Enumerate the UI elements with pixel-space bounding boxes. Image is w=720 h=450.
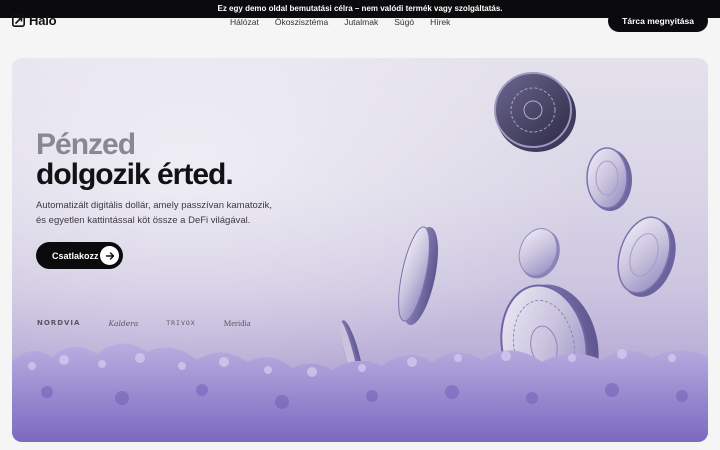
coin-right-upper bbox=[586, 147, 632, 211]
partner-logo-nordvia: NORDVIA bbox=[37, 319, 81, 327]
join-button-label: Csatlakozz bbox=[52, 250, 99, 261]
hero-title-line2: dolgozik érted. bbox=[36, 158, 234, 191]
hero-section: Pénzed dolgozik érted. Automatizált digi… bbox=[12, 58, 708, 442]
hero-title: Pénzed dolgozik érted. bbox=[36, 128, 234, 191]
nav-item-rewards[interactable]: Jutalmak bbox=[344, 17, 378, 27]
coin-left-tilted bbox=[398, 226, 438, 326]
nav-item-news[interactable]: Hírek bbox=[430, 17, 450, 27]
arrow-right-icon bbox=[100, 246, 119, 265]
demo-banner: Ez egy demo oldal bemutatási célra – nem… bbox=[0, 0, 720, 18]
coin-top bbox=[494, 72, 576, 152]
partner-logo-kaldera: Kaldera bbox=[108, 318, 139, 328]
hero-title-line1: Pénzed bbox=[36, 128, 136, 161]
nav-item-ecosystem[interactable]: Ökoszisztéma bbox=[275, 17, 328, 27]
coin-right-middle bbox=[617, 216, 676, 297]
partner-logo-trivox: TRIVOX bbox=[166, 319, 196, 327]
partner-logos: NORDVIA Kaldera TRIVOX Meridia bbox=[37, 318, 279, 328]
landing-page: Ez egy demo oldal bemutatási célra – nem… bbox=[0, 0, 720, 450]
join-button[interactable]: Csatlakozz bbox=[36, 242, 123, 269]
coin-center-small bbox=[518, 228, 560, 279]
nav-item-network[interactable]: Hálózat bbox=[230, 17, 259, 27]
hero-description: Automatizált digitális dollár, amely pas… bbox=[36, 200, 273, 226]
halo-logo-icon bbox=[12, 14, 25, 27]
nav-item-help[interactable]: Súgó bbox=[394, 17, 414, 27]
lavender-flowers-illustration bbox=[12, 343, 708, 442]
partner-logo-meridia: Meridia bbox=[223, 318, 251, 328]
brand-name: Halo bbox=[29, 13, 57, 28]
brand-logo[interactable]: Halo bbox=[12, 13, 57, 28]
main-nav: Hálózat Ökoszisztéma Jutalmak Súgó Hírek bbox=[230, 17, 450, 27]
